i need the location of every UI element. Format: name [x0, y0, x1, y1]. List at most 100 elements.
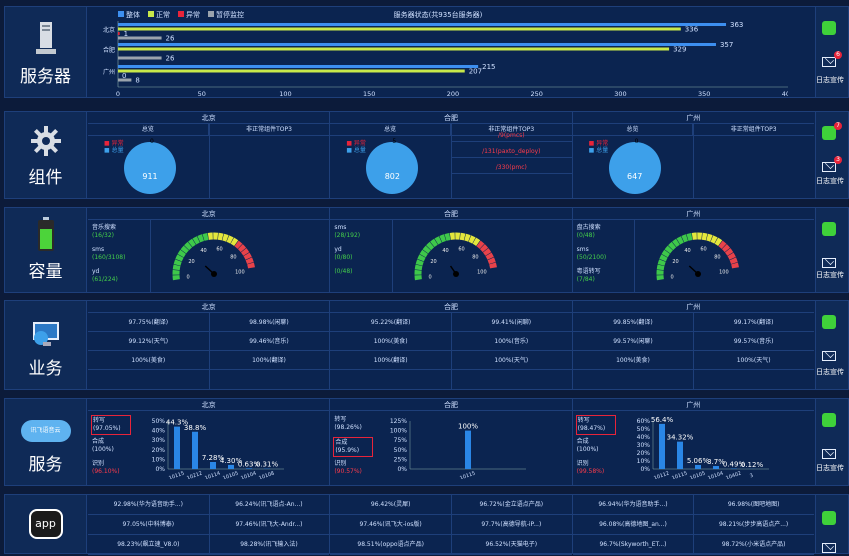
service-item[interactable]: 合成 (100%): [91, 437, 131, 455]
y-tick-label: 40%: [152, 428, 166, 435]
business-metric[interactable]: 98.98%(闲聊): [208, 313, 330, 332]
app-metric[interactable]: 98.23%(飙立速_V8.0): [88, 535, 209, 555]
app-metric[interactable]: 96.98%(图吧地图): [693, 495, 814, 515]
bar: [118, 78, 132, 82]
divider: [208, 124, 210, 198]
capacity-gauge: 0 20 40 60 80 100: [656, 232, 740, 281]
app-metric[interactable]: 96.52%(天猫电子): [450, 535, 572, 555]
side-label[interactable]: 日志宣传: [816, 463, 844, 473]
bar: [676, 441, 683, 469]
app-metric[interactable]: 98.51%(oppo语点产品): [330, 535, 451, 555]
side-label[interactable]: 日志宣传: [816, 270, 844, 280]
app-metric[interactable]: 98.28%(讯飞输入法): [208, 535, 330, 555]
service-item-value: (97.05%): [93, 425, 121, 432]
business-content: 北京 97.75%(翻译) 98.98%(闲聊) 99.12%(天气) 99.46%(音…: [88, 301, 814, 389]
app-metric[interactable]: 96.24%(讯飞语点-An...): [208, 495, 330, 515]
bar: [246, 468, 252, 469]
green-status-icon[interactable]: [822, 413, 836, 427]
service-item[interactable]: 合成 (95.9%): [333, 437, 374, 457]
green-status-icon[interactable]: [822, 21, 836, 35]
business-metric[interactable]: 99.41%(闲聊): [450, 313, 572, 332]
app-row: app 92.98%(华为语音助手...) 96.24%(讯飞语点-An...) 9…: [4, 494, 849, 555]
top3-item[interactable]: /330(pmc): [450, 158, 572, 174]
green-status-icon[interactable]: [822, 511, 836, 525]
business-metric[interactable]: 99.12%(天气): [88, 332, 209, 351]
service-item[interactable]: 转写 (97.05%): [91, 415, 131, 435]
business-metric[interactable]: 100%(翻译): [208, 351, 330, 370]
bar: [118, 43, 716, 46]
app-metric[interactable]: 96.08%(高德地图_an...): [572, 515, 694, 535]
service-item[interactable]: 合成 (100%): [576, 437, 616, 455]
business-metric[interactable]: 100%(美食): [88, 351, 209, 370]
business-metric[interactable]: 100%(美食): [572, 351, 694, 370]
app-metric[interactable]: 96.94%(华为语音助手...): [572, 495, 694, 515]
business-metric[interactable]: 99.57%(音乐): [693, 332, 814, 351]
service-item[interactable]: 识别 (99.58%): [576, 459, 616, 477]
mail-icon[interactable]: [822, 351, 836, 361]
app-metric[interactable]: 96.7%(Skyworth_ET...): [572, 535, 694, 555]
top3-item[interactable]: /9(pmcs): [450, 126, 572, 142]
divider: [88, 220, 151, 292]
side-label[interactable]: 日志宣传: [816, 367, 844, 377]
app-label-panel: app: [5, 495, 87, 553]
app-metric[interactable]: 97.7%(高德导航-iP...): [450, 515, 572, 535]
mail-icon[interactable]: [822, 543, 836, 553]
gauge-segment: [417, 254, 426, 262]
bar: [694, 464, 701, 469]
gauge-tick-label: 80: [472, 255, 478, 261]
business-metric[interactable]: 100%(天气): [450, 351, 572, 370]
app-metric[interactable]: 98.72%(小米语点产品): [693, 535, 814, 555]
business-metric[interactable]: 99.85%(翻译): [572, 313, 694, 332]
business-title: 业务: [28, 359, 63, 378]
business-metric[interactable]: 99.17%(翻译): [693, 313, 814, 332]
app-metric[interactable]: 92.98%(华为语音助手...): [88, 495, 209, 515]
business-metric[interactable]: 100%(音乐): [450, 332, 572, 351]
mail-icon[interactable]: [822, 258, 836, 268]
gauge-tick-label: 80: [230, 255, 236, 261]
app-metric[interactable]: 97.46%(讯飞大-Andr...): [208, 515, 330, 535]
gauge-segment: [202, 233, 209, 241]
top3-item[interactable]: /131(paxto_deploy): [450, 142, 572, 158]
gauge-hub: [695, 271, 702, 277]
business-metric[interactable]: 95.22%(翻译): [330, 313, 451, 332]
side-label[interactable]: 日志宣传: [816, 176, 844, 186]
service-item[interactable]: 识别 (90.57%): [333, 459, 373, 477]
y-tick-label: 40%: [636, 434, 650, 441]
gauge-segment: [731, 262, 740, 269]
business-metric[interactable]: 100%(翻译): [330, 351, 451, 370]
business-metric[interactable]: 97.75%(翻译): [88, 313, 209, 332]
business-metric[interactable]: 99.46%(音乐): [208, 332, 330, 351]
business-metric[interactable]: 100%(天气): [693, 351, 814, 370]
side-label[interactable]: 日志宣传: [816, 75, 844, 85]
x-tick-label: 3: [749, 473, 754, 479]
service-item[interactable]: 转写 (98.26%): [333, 415, 373, 433]
gauge-segment: [173, 259, 182, 266]
overview-header: 总览: [572, 124, 694, 136]
x-tick-label: 400: [782, 90, 788, 98]
components-city-panel: 广州 总览 非正常组件TOP3 ■ 异常 ■ 总量 647 0: [572, 112, 814, 198]
green-status-icon[interactable]: [822, 222, 836, 236]
components-label-panel: 组件: [5, 112, 87, 198]
service-item-value: (96.10%): [92, 468, 120, 475]
capacity-side-panel: 日志宣传: [815, 208, 848, 292]
business-metric[interactable]: 99.57%(闲聊): [572, 332, 694, 351]
app-metric[interactable]: 96.72%(金立语点产品): [450, 495, 572, 515]
app-metric[interactable]: 98.21%(步步高语点产...): [693, 515, 814, 535]
gauge-segment: [479, 244, 489, 253]
app-metric[interactable]: 96.42%(灵犀): [330, 495, 451, 515]
bar: [712, 466, 719, 469]
app-metric[interactable]: 97.46%(讯飞大-ios版): [330, 515, 451, 535]
business-metric[interactable]: 100%(美食): [330, 332, 451, 351]
mail-icon[interactable]: [822, 57, 836, 67]
service-item-name: 合成: [576, 438, 589, 445]
gauge-tick-label: 80: [715, 255, 721, 261]
mail-icon[interactable]: [822, 162, 836, 172]
monitor-globe-icon: [32, 322, 59, 346]
green-status-icon[interactable]: [822, 315, 836, 329]
gauge-segment: [686, 233, 693, 241]
service-item[interactable]: 识别 (96.10%): [91, 459, 131, 477]
mail-icon[interactable]: [822, 449, 836, 459]
service-item[interactable]: 转写 (98.47%): [575, 415, 616, 435]
app-metric[interactable]: 97.05%(中科博泰): [88, 515, 209, 535]
gauge-segment: [197, 234, 204, 243]
